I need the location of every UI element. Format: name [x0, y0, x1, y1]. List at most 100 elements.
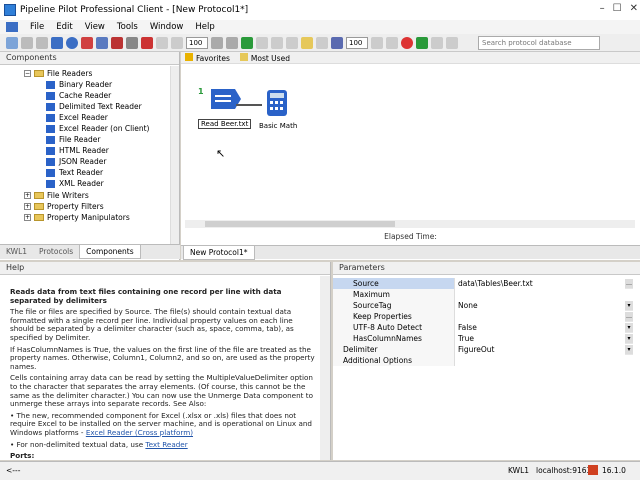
- dropdown-icon[interactable]: ▾: [625, 333, 633, 343]
- menu-help[interactable]: Help: [195, 22, 214, 32]
- component-icon: [46, 91, 55, 100]
- tree-item[interactable]: Excel Reader: [46, 112, 108, 123]
- tab-kwl1[interactable]: KWL1: [0, 245, 33, 259]
- delete-icon[interactable]: [141, 36, 153, 49]
- most-used-button[interactable]: Most Used: [239, 52, 290, 63]
- dropdown-icon[interactable]: ▾: [625, 300, 633, 310]
- new-icon[interactable]: [6, 36, 18, 49]
- protocol-canvas[interactable]: Favorites Most Used 1 Read Beer.txt Basi…: [181, 52, 640, 260]
- node-number-badge: 1: [198, 87, 204, 96]
- minimize-button[interactable]: –: [600, 3, 605, 14]
- run-icon[interactable]: [241, 36, 253, 49]
- tree-item[interactable]: HTML Reader: [46, 145, 109, 156]
- protocol-tabs: New Protocol1*: [181, 245, 640, 260]
- tree-item[interactable]: Cache Reader: [46, 90, 111, 101]
- help-scrollbar[interactable]: [320, 276, 330, 460]
- menu-file[interactable]: File: [30, 22, 44, 32]
- expand-icon[interactable]: +: [24, 192, 31, 199]
- param-row[interactable]: SourceTag None ▾: [333, 299, 633, 311]
- expand-icon[interactable]: +: [24, 203, 31, 210]
- expand-icon[interactable]: +: [24, 214, 31, 221]
- tree-item[interactable]: Delimited Text Reader: [46, 101, 142, 112]
- status-host: localhost:9163: [536, 466, 592, 475]
- save-icon[interactable]: [36, 36, 48, 49]
- version-icon: [588, 465, 598, 475]
- ellipsis-icon[interactable]: …: [625, 311, 633, 321]
- pause-icon[interactable]: [256, 36, 268, 49]
- help-link[interactable]: Text Reader: [145, 440, 187, 449]
- param-row[interactable]: Delimiter FigureOut ▾: [333, 343, 633, 355]
- param-row[interactable]: Keep Properties…: [333, 310, 633, 322]
- back-icon[interactable]: [156, 36, 168, 49]
- canvas-scrollbar[interactable]: [185, 220, 635, 228]
- nav-back-icon[interactable]: [431, 36, 443, 49]
- step-icon[interactable]: [286, 36, 298, 49]
- fit-icon[interactable]: [371, 36, 383, 49]
- param-row[interactable]: Maximum: [333, 288, 633, 300]
- node-read-beer[interactable]: 1 Read Beer.txt: [198, 87, 252, 129]
- tree-item[interactable]: JSON Reader: [46, 156, 106, 167]
- help-link[interactable]: Excel Reader (Cross platform): [86, 428, 193, 437]
- scroll-thumb[interactable]: [205, 221, 395, 227]
- go-icon[interactable]: [416, 36, 428, 49]
- zoom-in-icon[interactable]: [211, 36, 223, 49]
- menu-view[interactable]: View: [85, 22, 105, 32]
- ellipsis-icon[interactable]: …: [625, 278, 633, 288]
- open-icon[interactable]: [21, 36, 33, 49]
- zoom-out-icon[interactable]: [226, 36, 238, 49]
- node-basic-math[interactable]: Basic Math: [259, 88, 297, 130]
- forward-icon[interactable]: [171, 36, 183, 49]
- tree-scrollbar[interactable]: [170, 66, 179, 246]
- tree-item[interactable]: XML Reader: [46, 178, 104, 189]
- menu-window[interactable]: Window: [150, 22, 184, 32]
- close-button[interactable]: ✕: [630, 3, 638, 14]
- tree-folder-property-manipulators[interactable]: + Property Manipulators: [24, 212, 130, 223]
- component-tree: − File Readers Binary Reader Cache Reade…: [0, 66, 170, 246]
- save-all-icon[interactable]: [51, 36, 63, 49]
- node-label[interactable]: Read Beer.txt: [198, 119, 252, 129]
- zoom-select-left[interactable]: 100: [186, 36, 208, 49]
- tree-folder-file-writers[interactable]: + File Writers: [24, 190, 89, 201]
- help-icon[interactable]: [66, 36, 78, 49]
- tree-folder-file-readers[interactable]: − File Readers: [24, 68, 92, 79]
- param-row[interactable]: Source data\Tables\Beer.txt…: [333, 277, 633, 289]
- parameters-header: Parameters: [333, 262, 640, 275]
- param-row[interactable]: HasColumnNames True ▾: [333, 332, 633, 344]
- cut-icon[interactable]: [111, 36, 123, 49]
- stop-icon[interactable]: [271, 36, 283, 49]
- undo-icon[interactable]: [81, 36, 93, 49]
- search-input[interactable]: Search protocol database: [478, 36, 600, 50]
- zoom-select-right[interactable]: 100: [346, 36, 368, 49]
- left-tabs: KWL1 Protocols Components: [0, 244, 180, 259]
- menu-tools[interactable]: Tools: [117, 22, 138, 32]
- layout-icon[interactable]: [316, 36, 328, 49]
- copy-icon[interactable]: [126, 36, 138, 49]
- tree-item[interactable]: Excel Reader (on Client): [46, 123, 149, 134]
- maximize-button[interactable]: ☐: [613, 3, 622, 14]
- nav-forward-icon[interactable]: [446, 36, 458, 49]
- favorites-button[interactable]: Favorites: [185, 52, 230, 63]
- param-row[interactable]: UTF-8 Auto Detect False ▾: [333, 321, 633, 333]
- collapse-icon[interactable]: −: [24, 70, 31, 77]
- folder-icon[interactable]: [301, 36, 313, 49]
- binoculars-icon[interactable]: [331, 36, 343, 49]
- param-row[interactable]: Additional Options: [333, 354, 633, 366]
- tab-components[interactable]: Components: [79, 245, 141, 259]
- tree-folder-property-filters[interactable]: + Property Filters: [24, 201, 104, 212]
- menu-app-icon[interactable]: [6, 22, 18, 32]
- tab-new-protocol[interactable]: New Protocol1*: [183, 245, 255, 260]
- help-panel: Help Reads data from text files containi…: [0, 262, 331, 460]
- menu-bar: File Edit View Tools Window Help: [0, 20, 640, 34]
- tab-protocols[interactable]: Protocols: [33, 245, 79, 259]
- menu-edit[interactable]: Edit: [56, 22, 72, 32]
- record-icon[interactable]: [401, 36, 413, 49]
- tree-item[interactable]: File Reader: [46, 134, 100, 145]
- components-panel: Components − File Readers Binary Reader …: [0, 52, 180, 260]
- grid-icon[interactable]: [386, 36, 398, 49]
- tree-item[interactable]: Binary Reader: [46, 79, 112, 90]
- node-label: Basic Math: [259, 122, 298, 130]
- dropdown-icon[interactable]: ▾: [625, 344, 633, 354]
- tree-item[interactable]: Text Reader: [46, 167, 103, 178]
- dropdown-icon[interactable]: ▾: [625, 322, 633, 332]
- redo-icon[interactable]: [96, 36, 108, 49]
